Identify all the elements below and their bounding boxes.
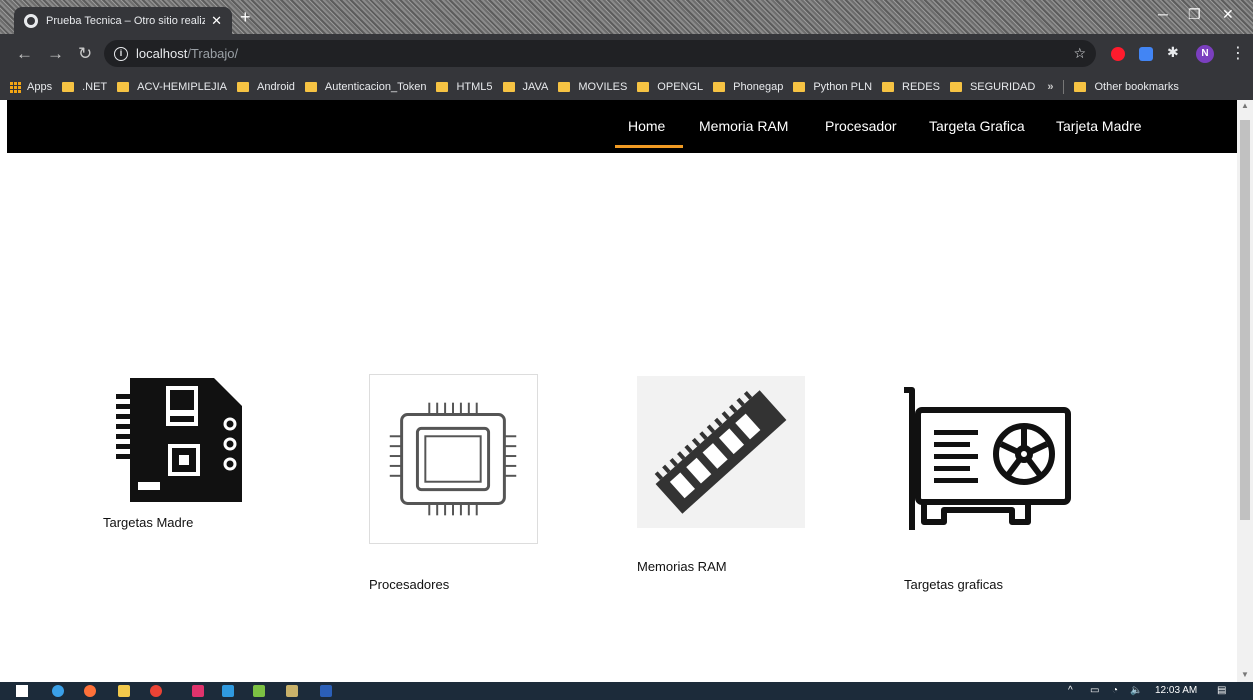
windows-taskbar: ^ ▭ ◔ 🔈 12:03 AM ▤ (0, 682, 1253, 700)
reload-icon[interactable]: ↻ (78, 44, 92, 64)
minimize-icon[interactable]: ─ (1158, 6, 1168, 22)
folder-icon (62, 82, 75, 92)
active-nav-indicator (615, 145, 683, 148)
folder-icon (558, 82, 571, 92)
close-window-icon[interactable]: ✕ (1222, 6, 1234, 23)
bookmark-folder[interactable]: Python PLN (793, 81, 872, 93)
card-label-processors[interactable]: Procesadores (369, 577, 449, 592)
card-label-motherboards[interactable]: Targetas Madre (103, 515, 193, 530)
folder-icon (793, 82, 806, 92)
other-bookmarks[interactable]: Other bookmarks (1074, 81, 1179, 93)
clock[interactable]: 12:03 AM (1155, 685, 1197, 696)
ram-icon[interactable] (637, 376, 805, 528)
folder-icon (1074, 82, 1087, 92)
bookmark-folder[interactable]: SEGURIDAD (949, 81, 1035, 93)
bookmark-folder[interactable]: Phonegap (713, 81, 783, 93)
info-icon[interactable]: i (114, 46, 128, 61)
nav-tarjeta-madre[interactable]: Tarjeta Madre (1056, 118, 1142, 134)
bookmark-folder[interactable]: Autenticacion_Token (304, 81, 426, 93)
volume-icon[interactable]: 🔈 (1130, 685, 1142, 696)
nav-targeta-grafica[interactable]: Targeta Grafica (929, 118, 1025, 134)
card-label-ram[interactable]: Memorias RAM (637, 559, 727, 574)
windows-start-icon[interactable] (16, 685, 28, 697)
bookmark-apps[interactable]: Apps (10, 81, 52, 93)
bookmarks-bar: Apps .NET ACV-HEMIPLEJIA Android Autenti… (0, 74, 1253, 100)
card-label-graphics-cards[interactable]: Targetas graficas (904, 577, 1003, 592)
extension-translate-icon[interactable] (1139, 47, 1153, 61)
url-path: /Trabajo/ (187, 46, 239, 61)
bookmark-folder[interactable]: OPENGL (637, 81, 703, 93)
bookmark-folder[interactable]: REDES (882, 81, 940, 93)
bookmark-folder[interactable]: HTML5 (436, 81, 493, 93)
browser-toolbar: ← → ↻ i localhost /Trabajo/ ☆ ✱ N ⋮ (0, 34, 1253, 74)
xampp-icon[interactable] (192, 685, 204, 697)
nav-memoria-ram[interactable]: Memoria RAM (699, 118, 788, 134)
scrollbar-thumb[interactable] (1240, 120, 1250, 520)
bookmark-star-icon[interactable]: ☆ (1073, 45, 1086, 62)
graphics-card-icon[interactable] (900, 386, 1076, 532)
folder-icon (949, 82, 962, 92)
app-icon[interactable] (253, 685, 265, 697)
chrome-icon[interactable] (150, 685, 162, 697)
word-icon[interactable] (320, 685, 332, 697)
motherboard-icon[interactable] (102, 374, 258, 512)
folder-icon (117, 82, 130, 92)
folder-icon (304, 82, 317, 92)
folder-icon (637, 82, 650, 92)
page-viewport: Home Memoria RAM Procesador Targeta Graf… (7, 100, 1237, 682)
battery-icon[interactable]: ▭ (1090, 685, 1099, 696)
wifi-icon[interactable]: ◔ (1112, 685, 1118, 696)
profile-avatar[interactable]: N (1196, 45, 1214, 63)
nav-home[interactable]: Home (628, 118, 665, 134)
nav-procesador[interactable]: Procesador (825, 118, 897, 134)
site-navbar: Home Memoria RAM Procesador Targeta Graf… (7, 100, 1237, 153)
browser-menu-icon[interactable]: ⋮ (1230, 43, 1246, 63)
scroll-down-icon[interactable]: ▼ (1241, 670, 1249, 679)
url-host: localhost (136, 46, 188, 61)
bookmarks-overflow-button[interactable]: » (1047, 81, 1053, 93)
restore-icon[interactable]: ❐ (1188, 6, 1201, 23)
extensions-puzzle-icon[interactable]: ✱ (1167, 44, 1181, 60)
folder-icon (713, 82, 726, 92)
browser-tab[interactable]: Prueba Tecnica – Otro sitio realiz ✕ (14, 7, 232, 34)
address-bar[interactable]: i localhost /Trabajo/ ☆ (104, 40, 1096, 67)
folder-icon (436, 82, 449, 92)
folder-icon (882, 82, 895, 92)
back-icon[interactable]: ← (16, 44, 33, 64)
scroll-up-icon[interactable]: ▲ (1241, 101, 1249, 110)
notepad-icon[interactable] (286, 685, 298, 697)
notifications-icon[interactable]: ▤ (1217, 685, 1226, 696)
close-tab-icon[interactable]: ✕ (211, 13, 222, 29)
file-explorer-icon[interactable] (118, 685, 130, 697)
tray-chevron-icon[interactable]: ^ (1068, 685, 1073, 696)
extension-adblock-icon[interactable] (1111, 47, 1125, 61)
bookmarks-divider (1063, 80, 1065, 94)
bookmark-folder[interactable]: MOVILES (558, 81, 627, 93)
bookmark-folder[interactable]: JAVA (502, 81, 548, 93)
bookmark-folder[interactable]: ACV-HEMIPLEJIA (117, 81, 227, 93)
folder-icon (237, 82, 249, 92)
new-tab-button[interactable]: + (240, 7, 251, 28)
bookmark-folder[interactable]: .NET (62, 81, 107, 93)
firefox-icon[interactable] (84, 685, 96, 697)
forward-icon[interactable]: → (47, 44, 64, 64)
globe-icon (24, 13, 38, 28)
browser-titlebar: Prueba Tecnica – Otro sitio realiz ✕ + ─… (0, 0, 1253, 34)
tab-title: Prueba Tecnica – Otro sitio realiz (46, 14, 206, 27)
vscode-icon[interactable] (222, 685, 234, 697)
cpu-icon[interactable] (369, 374, 538, 544)
folder-icon (502, 82, 515, 92)
apps-grid-icon (10, 81, 21, 93)
edge-icon[interactable] (52, 685, 64, 697)
bookmark-folder[interactable]: Android (237, 81, 295, 93)
